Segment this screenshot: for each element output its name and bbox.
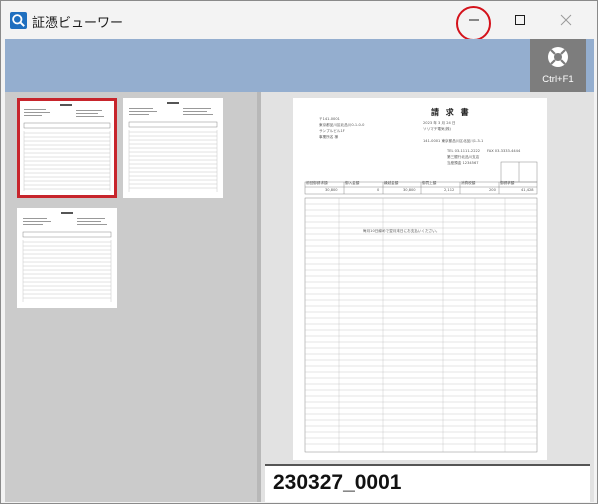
thumb-page-3-image: [22, 212, 112, 302]
thumb-page-2-image: [128, 102, 218, 192]
amount-tax: 200: [489, 188, 496, 192]
header-purchase: 御買上額: [422, 181, 437, 185]
preview-panel[interactable]: 請 求 書 〒141-0001 東京都品川区北品川0-1-0-0 サンプルビル1…: [261, 92, 594, 502]
thumb-page-1[interactable]: [17, 98, 117, 198]
amount-payment: 0: [377, 188, 380, 192]
close-button[interactable]: [543, 5, 589, 35]
invoice-preview-page: 請 求 書 〒141-0001 東京都品川区北品川0-1-0-0 サンプルビル1…: [293, 98, 547, 460]
window-title: 証憑ビューワー: [32, 16, 124, 31]
maximize-button[interactable]: [497, 5, 543, 35]
thumb-page-1-image: [23, 104, 111, 191]
amount-purchase: 2,112: [444, 188, 455, 192]
header-payment: 御入金額: [345, 181, 360, 185]
amount-carryover: 30,800: [403, 188, 416, 192]
invoice-table-lines: [304, 161, 538, 453]
toolbar: Ctrl+F1: [5, 39, 594, 92]
ctrl-f1-tool-button[interactable]: Ctrl+F1: [530, 39, 586, 92]
header-prev-billing: 前回御請求額: [306, 181, 328, 185]
document-filename: 230327_0001: [273, 471, 402, 494]
thumbnail-panel[interactable]: [5, 92, 257, 502]
viewer-window: 証憑ビューワー Ctrl+F1 請 求 書 〒141-0001 東京都品川区北品…: [0, 0, 598, 504]
amount-prev-billing: 30,800: [325, 188, 338, 192]
app-search-icon: [10, 12, 27, 29]
header-total: 御請求額: [500, 181, 515, 185]
filename-bar: 230327_0001: [265, 464, 590, 502]
thumb-page-2[interactable]: [123, 98, 223, 198]
highlight-circle-annotation: [456, 6, 491, 41]
amount-total: 41,428: [521, 188, 534, 192]
thumb-page-3[interactable]: [17, 208, 117, 308]
header-carryover: 繰越金額: [384, 181, 399, 185]
maximize-icon: [515, 15, 525, 25]
shortcut-label: Ctrl+F1: [542, 74, 574, 85]
title-bar[interactable]: 証憑ビューワー: [1, 1, 597, 41]
lifebuoy-icon: [548, 47, 568, 67]
invoice-note: 毎月10日締めで翌月末日にお支払いください。: [363, 229, 440, 233]
close-icon: [560, 14, 572, 26]
header-tax: 消費税額: [461, 181, 476, 185]
